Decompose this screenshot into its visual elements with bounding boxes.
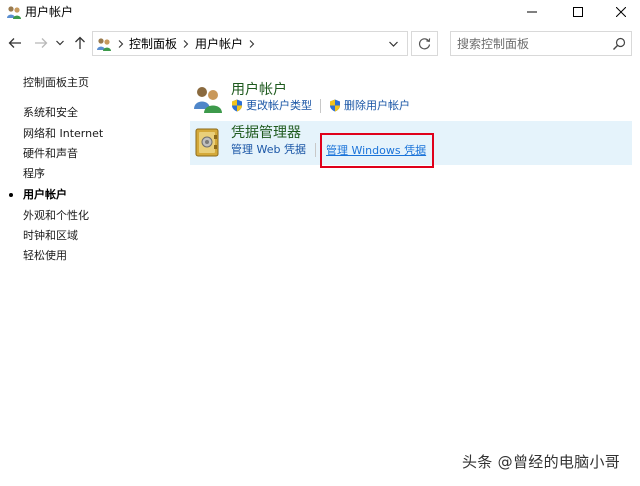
recent-locations-button[interactable] bbox=[53, 33, 67, 53]
search-icon[interactable] bbox=[611, 36, 627, 52]
minimize-button[interactable] bbox=[509, 0, 555, 24]
chevron-down-icon bbox=[56, 40, 64, 46]
back-button[interactable] bbox=[5, 33, 25, 53]
credential-manager-title[interactable]: 凭据管理器 bbox=[231, 124, 301, 142]
breadcrumb-chevron-icon[interactable] bbox=[245, 36, 259, 52]
uac-shield-icon bbox=[232, 99, 242, 112]
user-accounts-icon bbox=[7, 6, 21, 19]
sidebar-item-clock-region[interactable]: 时钟和区域 bbox=[23, 229, 78, 243]
close-icon bbox=[615, 7, 626, 17]
maximize-icon bbox=[573, 7, 583, 17]
refresh-icon bbox=[418, 38, 431, 50]
maximize-button[interactable] bbox=[555, 0, 601, 24]
up-button[interactable] bbox=[70, 33, 90, 53]
minimize-icon bbox=[527, 11, 537, 13]
window-title: 用户帐户 bbox=[25, 5, 74, 19]
breadcrumb-chevron-icon[interactable] bbox=[115, 36, 127, 52]
forward-arrow-icon bbox=[35, 38, 48, 48]
active-indicator-dot bbox=[9, 193, 13, 197]
user-accounts-group: 用户帐户 更改帐户类型 删除用户帐户 bbox=[190, 79, 632, 119]
address-dropdown-button[interactable] bbox=[383, 35, 403, 53]
title-bar: 用户帐户 bbox=[0, 0, 640, 24]
sidebar-item-programs[interactable]: 程序 bbox=[23, 167, 45, 181]
up-arrow-icon bbox=[75, 36, 85, 49]
refresh-button[interactable] bbox=[411, 31, 438, 56]
sidebar-item-ease-of-access[interactable]: 轻松使用 bbox=[23, 249, 67, 263]
breadcrumb-chevron-icon[interactable] bbox=[179, 36, 193, 52]
breadcrumb-control-panel[interactable]: 控制面板 bbox=[129, 37, 177, 51]
credential-manager-icon bbox=[195, 128, 219, 157]
red-highlight-box bbox=[320, 133, 434, 168]
breadcrumb-user-accounts[interactable]: 用户帐户 bbox=[195, 37, 243, 51]
sidebar-item-appearance[interactable]: 外观和个性化 bbox=[23, 209, 89, 223]
link-separator bbox=[315, 143, 316, 157]
sidebar-item-hardware-sound[interactable]: 硬件和声音 bbox=[23, 147, 78, 161]
close-button[interactable] bbox=[601, 0, 640, 24]
sidebar-item-network-internet[interactable]: 网络和 Internet bbox=[23, 127, 103, 141]
watermark-text: 头条 @曾经的电脑小哥 bbox=[462, 453, 621, 471]
back-arrow-icon bbox=[8, 38, 21, 48]
address-bar[interactable]: 控制面板 用户帐户 bbox=[92, 31, 408, 56]
user-accounts-title[interactable]: 用户帐户 bbox=[231, 81, 287, 99]
search-input[interactable] bbox=[457, 36, 607, 52]
sidebar-item-user-accounts[interactable]: 用户帐户 bbox=[23, 188, 67, 202]
forward-button[interactable] bbox=[31, 33, 51, 53]
uac-shield-icon bbox=[330, 99, 340, 112]
manage-web-credentials-link[interactable]: 管理 Web 凭据 bbox=[231, 143, 306, 157]
link-separator bbox=[320, 99, 321, 113]
chevron-down-icon bbox=[388, 41, 398, 47]
sidebar-item-system-security[interactable]: 系统和安全 bbox=[23, 106, 78, 120]
sidebar-item-control-panel-home[interactable]: 控制面板主页 bbox=[23, 76, 89, 90]
search-box[interactable] bbox=[450, 31, 632, 56]
user-accounts-icon bbox=[97, 38, 111, 51]
change-account-type-link[interactable]: 更改帐户类型 bbox=[246, 99, 312, 113]
delete-user-account-link[interactable]: 删除用户帐户 bbox=[344, 99, 410, 113]
user-accounts-large-icon bbox=[194, 87, 222, 113]
